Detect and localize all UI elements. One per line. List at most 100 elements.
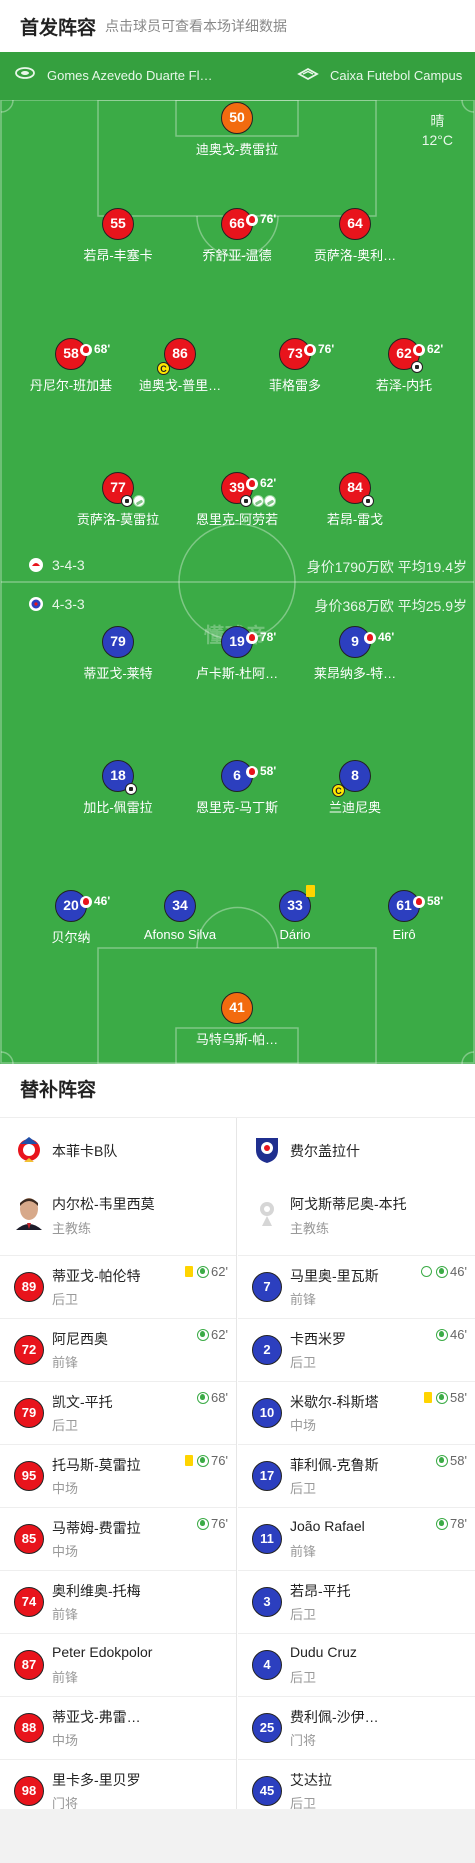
player-name: 迪奥戈-普里… [138,378,222,393]
sub-time: 46' [94,894,111,908]
sub-row[interactable]: 25 费利佩-沙伊… 门将 [238,1697,475,1760]
player-home-0[interactable]: 50 迪奥戈-费雷拉 [177,102,297,158]
sub-on-icon [197,1517,210,1530]
home-subs-column: 本菲卡B队 内尔松-韦里西莫 主教练 89 蒂亚戈-帕伦特 后卫 62' 72 … [0,1118,237,1863]
player-home-3[interactable]: 64 贡萨洛-奥利… [295,208,415,264]
player-away-10[interactable]: 41 马特乌斯-帕… [177,992,297,1048]
sub-row[interactable]: 95 托马斯-莫雷拉 中场 76' [0,1445,236,1508]
stadium-icon [15,67,35,79]
home-team-name: 本菲卡B队 [52,1143,118,1159]
player-away-1[interactable]: 19 78' 卢卡斯-杜阿… [177,626,297,682]
player-name: 若昂-雷戈 [326,512,384,527]
sub-row[interactable]: 4 Dudu Cruz 后卫 [238,1634,475,1697]
home-coach[interactable]: 内尔松-韦里西莫 主教练 [0,1180,236,1256]
away-team-head[interactable]: 费尔盖拉什 [238,1118,475,1180]
sub-off-icon [246,213,258,226]
sub-row[interactable]: 2 卡西米罗 后卫 46' [238,1319,475,1382]
sub-name: 艾达拉 [290,1772,332,1788]
player-number: 62 62' [388,338,443,373]
player-name: 恩里克-阿劳若 [195,512,279,527]
home-team-head[interactable]: 本菲卡B队 [0,1118,236,1180]
sub-row[interactable]: 74 奥利维奥-托梅 前锋 [0,1571,236,1634]
sub-number: 87 [14,1650,44,1680]
player-away-5[interactable]: 8C 兰迪尼奥 [295,760,415,816]
subs-section: 替补阵容 本菲卡B队 内尔松-韦里西莫 主教练 89 蒂亚戈-帕伦特 后卫 62… [0,1064,475,1863]
sub-row[interactable]: 10 米歇尔-科斯塔 中场 58' [238,1382,475,1445]
sub-number: 74 [14,1587,44,1617]
player-away-0[interactable]: 79 蒂亚戈-莱特 [58,626,178,682]
player-away-2[interactable]: 9 46' 莱昂纳多-特… [295,626,415,682]
player-away-4[interactable]: 6 58' 恩里克-马丁斯 [177,760,297,816]
player-name: Afonso Silva [143,927,217,942]
sub-off-mark: 78' [246,623,276,652]
goal-ball-icon [121,495,133,507]
sub-row[interactable]: 85 马蒂姆-费雷拉 中场 76' [0,1508,236,1571]
player-number: 19 78' [221,626,276,658]
sub-row[interactable]: 89 蒂亚戈-帕伦特 后卫 62' [0,1256,236,1319]
sub-event: 76' [185,1453,228,1468]
sub-on-icon [197,1454,210,1467]
player-home-7[interactable]: 62 62' 若泽-内托 [344,338,464,394]
sub-name: João Rafael [290,1518,365,1534]
sub-off-icon [413,895,425,908]
away-coach[interactable]: 阿戈斯蒂尼奥-本托 主教练 [238,1180,475,1256]
sub-row[interactable]: 7 马里奥-里瓦斯 前锋 46' [238,1256,475,1319]
player-name: 丹尼尔-班加基 [29,378,113,393]
sub-off-mark: 62' [413,335,443,364]
player-home-1[interactable]: 55 若昂-丰塞卡 [58,208,178,264]
sub-event-time: 58' [450,1390,467,1405]
player-number: 73 76' [279,338,334,370]
sub-row[interactable]: 72 阿尼西奥 前锋 62' [0,1319,236,1382]
sub-time: 58' [427,894,444,908]
sub-event-time: 46' [450,1264,467,1279]
player-home-4[interactable]: 58 68' 丹尼尔-班加基 [11,338,131,394]
player-name: 加比-佩雷拉 [83,800,153,815]
yellow-card-icon [185,1455,194,1466]
player-name: 乔舒亚-温德 [202,248,272,263]
player-home-9[interactable]: 39 62' 恩里克-阿劳若 [177,472,297,528]
sub-number: 89 [14,1272,44,1302]
player-away-7[interactable]: 34 Afonso Silva [120,890,240,942]
coach-role: 主教练 [290,1221,330,1236]
captain-badge-icon: C [332,784,345,797]
player-home-10[interactable]: 84 若昂-雷戈 [295,472,415,528]
player-away-8[interactable]: 33 Dário [235,885,355,942]
sub-row[interactable]: 3 若昂-平托 后卫 [238,1571,475,1634]
sub-row[interactable]: 87 Peter Edokpolor 前锋 [0,1634,236,1697]
away-team-name: 费尔盖拉什 [290,1143,360,1159]
sub-on-icon [436,1517,449,1530]
venue-left-text: Gomes Azevedo Duarte Fl… [47,68,213,83]
player-name: Eirô [392,927,416,942]
pitch: Gomes Azevedo Duarte Fl… Caixa Futebol C… [0,52,475,1064]
player-home-2[interactable]: 66 76' 乔舒亚-温德 [177,208,297,264]
sub-position: 后卫 [290,1481,317,1496]
sub-number: 10 [252,1398,282,1428]
player-away-9[interactable]: 61 58' Eirô [344,890,464,942]
venue-bar: Gomes Azevedo Duarte Fl… Caixa Futebol C… [0,52,475,100]
sub-row[interactable]: 11 João Rafael 前锋 78' [238,1508,475,1571]
page-footer [0,1809,475,1863]
sub-event-time: 62' [211,1264,228,1279]
number-text: 9 [351,633,359,649]
sub-event-time: 62' [211,1327,228,1342]
sub-number: 7 [252,1272,282,1302]
player-away-6[interactable]: 20 46' 贝尔纳 [11,890,131,946]
player-home-8[interactable]: 77 贡萨洛-莫雷拉 [58,472,178,528]
sub-event-time: 76' [211,1516,228,1531]
player-home-5[interactable]: 86 C 迪奥戈-普里… [120,338,240,394]
number-text: 58 [63,345,79,361]
sub-row[interactable]: 17 菲利佩-克鲁斯 后卫 58' [238,1445,475,1508]
sub-row[interactable]: 88 蒂亚戈-弗雷… 中场 [0,1697,236,1760]
sub-off-mark: 62' [246,469,276,498]
sub-name: 马里奥-里瓦斯 [290,1268,379,1284]
sub-row[interactable]: 79 凯文-平托 后卫 68' [0,1382,236,1445]
player-home-6[interactable]: 73 76' 菲格雷多 [235,338,355,394]
player-away-3[interactable]: 18 加比-佩雷拉 [58,760,178,816]
sub-event: 78' [436,1516,467,1531]
sub-number: 98 [14,1776,44,1806]
sub-on-icon [436,1391,449,1404]
sub-time: 46' [378,630,395,644]
player-number: 66 76' [221,208,276,240]
player-number: 20 46' [55,890,110,922]
weather-condition: 晴 [430,113,445,129]
